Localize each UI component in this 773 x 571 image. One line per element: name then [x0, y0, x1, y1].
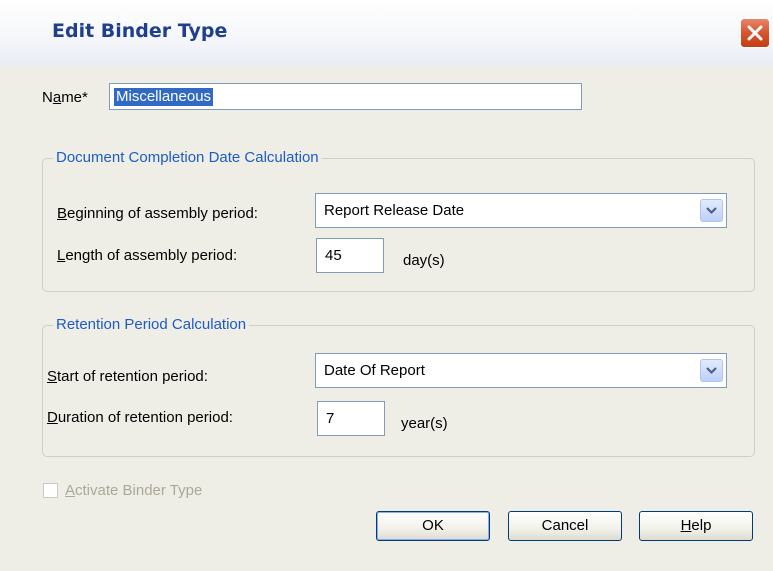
name-input[interactable]: Miscellaneous — [109, 83, 582, 110]
name-label: Name* — [42, 89, 88, 106]
beginning-of-assembly-value: Report Release Date — [324, 202, 465, 219]
start-of-retention-select[interactable]: Date Of Report — [315, 353, 727, 388]
duration-of-retention-input[interactable]: 7 — [317, 401, 385, 436]
start-of-retention-label: Start of retention period: — [47, 368, 208, 385]
duration-unit-label: year(s) — [401, 415, 448, 432]
start-dropdown-button[interactable] — [700, 359, 723, 382]
name-input-value: Miscellaneous — [114, 88, 214, 106]
length-of-assembly-value: 45 — [325, 247, 342, 264]
chevron-down-icon — [706, 367, 717, 375]
cancel-button[interactable]: Cancel — [508, 511, 622, 541]
activate-binder-type-label: Activate Binder Type — [65, 482, 203, 499]
start-of-retention-value: Date Of Report — [324, 362, 425, 379]
length-of-assembly-label: Length of assembly period: — [57, 247, 238, 264]
close-button[interactable] — [740, 18, 770, 48]
length-unit-label: day(s) — [403, 252, 445, 269]
retention-period-group: Retention Period Calculation Start of re… — [42, 316, 755, 457]
duration-of-retention-value: 7 — [326, 410, 335, 427]
document-completion-legend: Document Completion Date Calculation — [53, 149, 322, 166]
dialog-body: Name* Miscellaneous Document Completion … — [0, 66, 773, 571]
chevron-down-icon — [706, 207, 717, 215]
beginning-of-assembly-select[interactable]: Report Release Date — [315, 193, 727, 228]
help-button[interactable]: Help — [639, 511, 753, 541]
activate-binder-type-checkbox[interactable] — [43, 483, 58, 498]
retention-period-legend: Retention Period Calculation — [53, 316, 250, 333]
document-completion-group: Document Completion Date Calculation Beg… — [42, 149, 755, 292]
dialog-title: Edit Binder Type — [52, 20, 228, 42]
beginning-of-assembly-label: Beginning of assembly period: — [57, 205, 258, 222]
duration-of-retention-label: Duration of retention period: — [47, 409, 233, 426]
length-of-assembly-input[interactable]: 45 — [316, 238, 384, 273]
close-icon — [747, 25, 763, 41]
ok-button[interactable]: OK — [376, 511, 490, 541]
beginning-dropdown-button[interactable] — [700, 199, 723, 222]
title-bar[interactable]: Edit Binder Type — [0, 0, 773, 66]
edit-binder-type-dialog: Edit Binder Type Name* Miscellaneous Doc… — [0, 0, 773, 571]
